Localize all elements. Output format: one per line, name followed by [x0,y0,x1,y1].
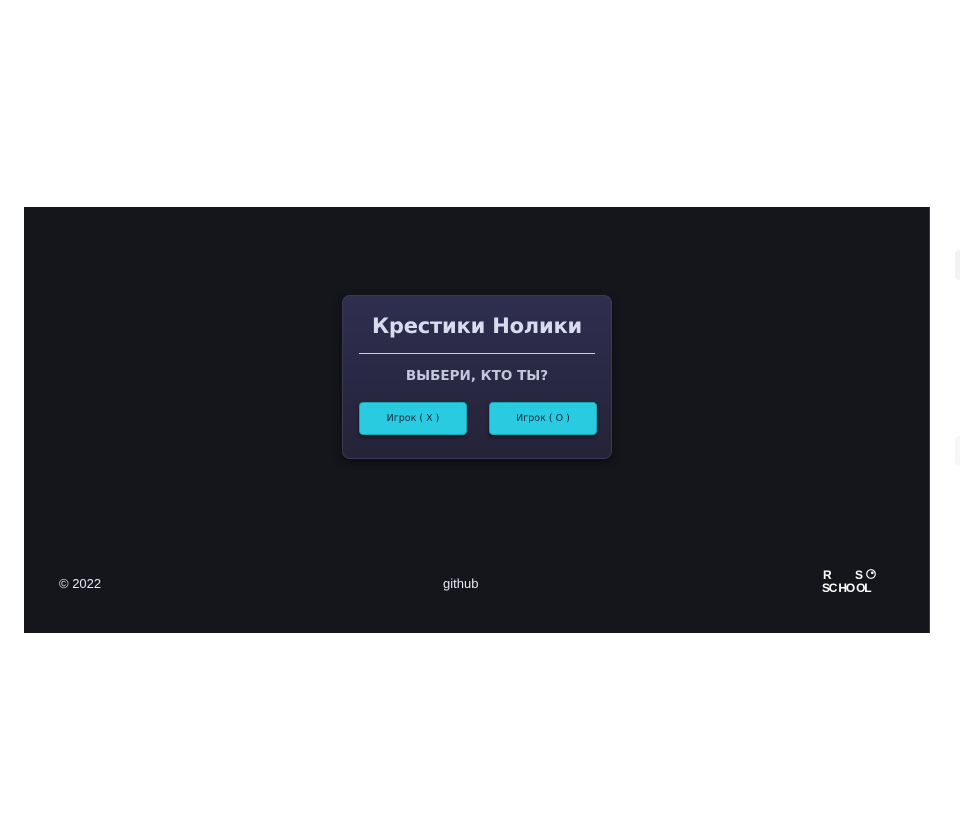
choice-prompt: ВЫБЕРИ, КТО ТЫ? [405,368,549,384]
footer: © 2022 github R S SC HO OL [24,568,929,605]
game-page: Крестики Нолики ВЫБЕРИ, КТО ТЫ? Игрок ( … [24,207,930,633]
choose-player-o-button[interactable]: Игрок ( O ) [489,402,597,435]
rs-school-logo-icon[interactable]: R S SC HO OL [822,567,888,595]
copyright-text: © 2022 [59,576,102,591]
github-link[interactable]: github [443,576,478,591]
side-scroll-tab [955,250,960,280]
side-scroll-tab [955,436,960,466]
game-title: Крестики Нолики [371,314,583,338]
title-divider [359,353,595,354]
svg-text:R: R [823,568,832,582]
svg-text:S: S [855,568,863,582]
player-choice-modal: Крестики Нолики ВЫБЕРИ, КТО ТЫ? Игрок ( … [342,295,612,459]
svg-text:SC HO OL: SC HO OL [822,581,871,595]
choose-player-x-button[interactable]: Игрок ( X ) [359,402,467,435]
